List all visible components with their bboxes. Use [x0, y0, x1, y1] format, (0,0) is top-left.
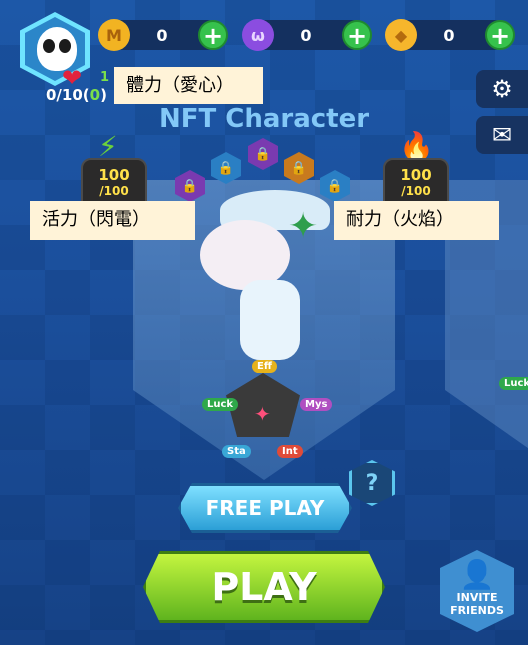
gear-icon: ⚙ — [491, 75, 513, 103]
add-diamond-button[interactable]: + — [485, 20, 515, 50]
currency-gold: M 0 + — [98, 19, 228, 51]
page-title: NFT Character — [158, 104, 370, 134]
attr-mys: Mys — [300, 398, 333, 411]
character-suit — [240, 280, 300, 360]
gem-icon: ✦ — [254, 402, 271, 426]
add-user-icon: 👤 — [459, 558, 495, 591]
side-attr-luck: Luck — [499, 377, 528, 390]
durability-callout: 耐力（火焰） — [334, 201, 499, 240]
add-purple-token-button[interactable]: + — [342, 20, 372, 50]
settings-button[interactable]: ⚙ — [476, 70, 528, 108]
currency-purple: ω 0 + — [242, 19, 372, 51]
attr-sta: Sta — [222, 445, 251, 458]
attr-eff: Eff — [252, 360, 277, 373]
attr-luck: Luck — [202, 398, 239, 411]
currency-diamond: ◆ 0 + — [385, 19, 515, 51]
attr-int: Int — [277, 445, 303, 458]
play-button[interactable]: PLAY — [143, 551, 385, 623]
invite-label-2: FRIENDS — [450, 604, 504, 617]
invite-label-1: INVITE — [456, 591, 498, 604]
energy-callout: 活力（閃電） — [30, 201, 195, 240]
level-indicator: 1 — [100, 70, 110, 85]
lives-counter: 0/10(0) — [46, 86, 107, 104]
add-gold-button[interactable]: + — [198, 20, 228, 50]
free-play-button[interactable]: FREE PLAY — [178, 483, 352, 533]
pinwheel-icon: ✦ — [288, 206, 319, 247]
hp-callout: 體力（愛心） — [114, 67, 263, 104]
